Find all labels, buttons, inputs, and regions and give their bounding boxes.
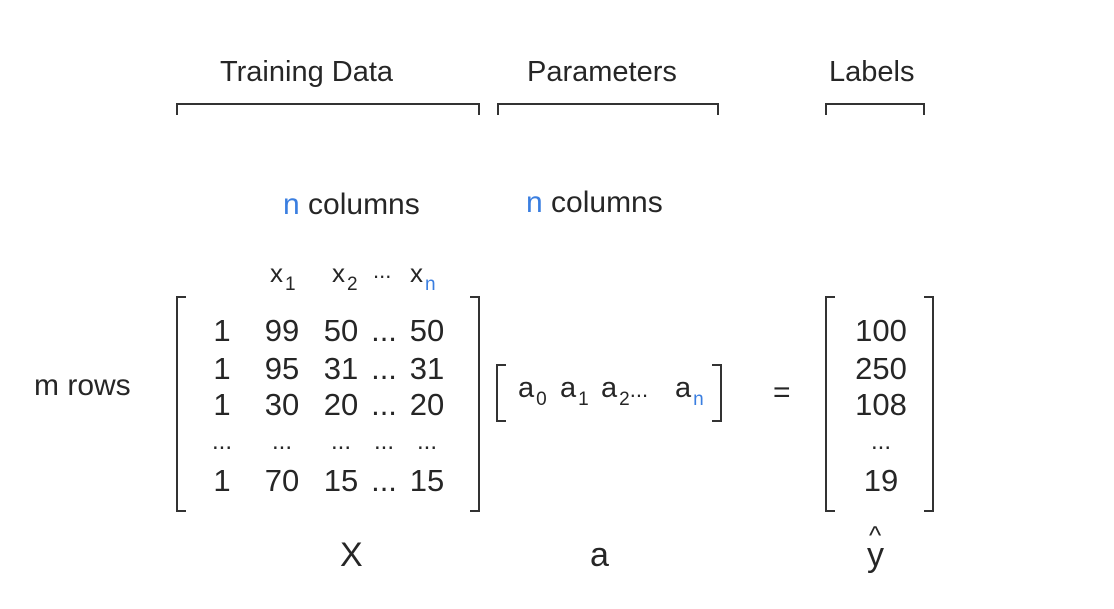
matrix-x-cell: 99: [264, 313, 300, 348]
rows-caption: m rows: [34, 369, 131, 402]
brace-parameters: [497, 103, 719, 115]
matrix-x-cell: ...: [211, 428, 232, 455]
label-value: 108: [855, 387, 907, 422]
labels-left-bracket: [825, 296, 835, 512]
matrix-name-x: X: [340, 536, 363, 574]
brace-training-data: [176, 103, 480, 115]
param-a0: a0: [518, 372, 547, 410]
header-training-data: Training Data: [220, 56, 394, 88]
matrix-x-cell: 31: [409, 351, 445, 386]
feature-header-x2: x2: [332, 258, 358, 295]
n-symbol: n: [526, 186, 543, 219]
vector-name-y-hat: y ^: [867, 520, 884, 574]
columns-text: columns: [308, 188, 420, 221]
matrix-x-cell: 20: [409, 387, 445, 422]
param-a1: a1: [560, 372, 589, 410]
matrix-x-cell: 15: [409, 463, 445, 498]
param-a2: a 2...: [601, 372, 649, 410]
header-parameters: Parameters: [527, 56, 677, 88]
matrix-x-cell: 1: [213, 351, 231, 386]
n-symbol: n: [283, 188, 300, 221]
brace-labels: [825, 103, 925, 115]
matrix-x-cell: 30: [264, 387, 300, 422]
feature-header-x1: x1: [270, 258, 296, 295]
param-right-bracket: [712, 364, 722, 422]
columns-text: columns: [551, 186, 663, 219]
param-an: an: [675, 372, 704, 410]
feature-header-ellipsis: ...: [373, 258, 392, 283]
param-left-bracket: [496, 364, 506, 422]
columns-caption-training: n columns: [283, 188, 420, 222]
matrix-x-cell: ...: [416, 428, 437, 455]
matrix-x-cell: 1: [213, 387, 231, 422]
label-value: 19: [863, 463, 899, 498]
matrix-x-cell: 70: [264, 463, 300, 498]
matrix-x-cell: 50: [409, 313, 445, 348]
vector-name-a: a: [590, 536, 609, 574]
label-value: 250: [855, 351, 907, 386]
equals-sign: =: [773, 376, 791, 409]
hat-symbol: ^: [869, 520, 882, 550]
label-value: 100: [855, 313, 907, 348]
matrix-x-cell: 95: [264, 351, 300, 386]
header-labels: Labels: [829, 56, 915, 88]
matrix-x-cell: 1: [213, 313, 231, 348]
matrix-x-left-bracket: [176, 296, 186, 512]
matrix-x-cell: 1: [213, 463, 231, 498]
matrix-x-cell: ...: [271, 428, 292, 455]
matrix-x-right-bracket: [470, 296, 480, 512]
label-value: ...: [870, 428, 891, 455]
columns-caption-parameters: n columns: [526, 186, 663, 220]
feature-header-xn: xn: [410, 258, 436, 295]
